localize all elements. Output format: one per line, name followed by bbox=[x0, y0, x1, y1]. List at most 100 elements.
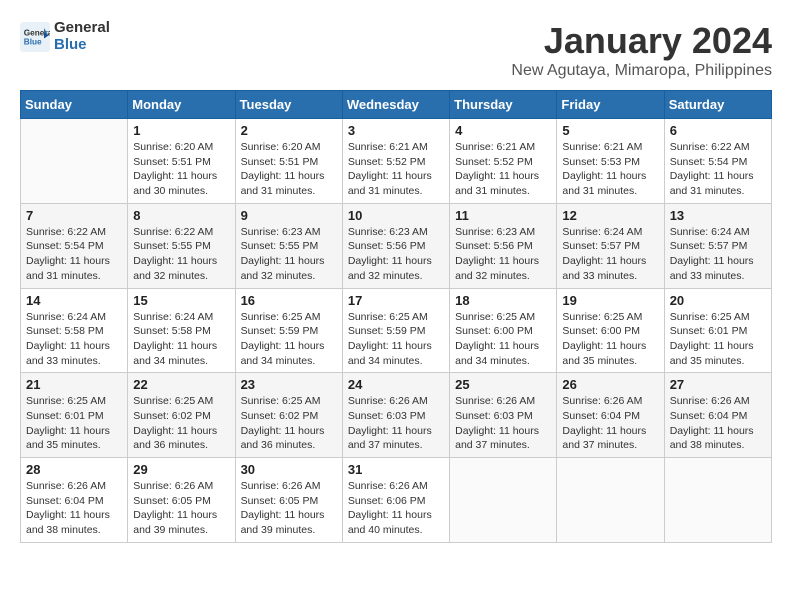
header-day-sunday: Sunday bbox=[21, 91, 128, 119]
day-info: Sunrise: 6:22 AMSunset: 5:54 PMDaylight:… bbox=[26, 225, 122, 284]
title-block: January 2024 New Agutaya, Mimaropa, Phil… bbox=[511, 20, 772, 80]
day-info: Sunrise: 6:23 AMSunset: 5:55 PMDaylight:… bbox=[241, 225, 337, 284]
day-cell: 21 Sunrise: 6:25 AMSunset: 6:01 PMDayligh… bbox=[21, 373, 128, 458]
day-number: 15 bbox=[133, 293, 229, 308]
calendar-subtitle: New Agutaya, Mimaropa, Philippines bbox=[511, 62, 772, 80]
header-day-saturday: Saturday bbox=[664, 91, 771, 119]
day-cell: 23Sunrise: 6:25 AMSunset: 6:02 PMDayligh… bbox=[235, 373, 342, 458]
day-number: 26 bbox=[562, 377, 658, 392]
page-header: General Blue General Blue January 2024 N… bbox=[20, 20, 772, 80]
day-info: Sunrise: 6:26 AMSunset: 6:03 PMDaylight:… bbox=[348, 394, 444, 453]
header-day-monday: Monday bbox=[128, 91, 235, 119]
day-number: 13 bbox=[670, 208, 766, 223]
day-cell: 25 Sunrise: 6:26 AMSunset: 6:03 PMDayligh… bbox=[450, 373, 557, 458]
day-cell bbox=[557, 458, 664, 543]
day-info: Sunrise: 6:21 AMSunset: 5:52 PMDaylight:… bbox=[455, 140, 551, 199]
day-info: Sunrise: 6:22 AMSunset: 5:54 PMDaylight:… bbox=[670, 140, 766, 199]
day-number: 31 bbox=[348, 462, 444, 477]
day-cell: 31Sunrise: 6:26 AMSunset: 6:06 PMDayligh… bbox=[342, 458, 449, 543]
day-info: Sunrise: 6:25 AMSunset: 6:02 PMDaylight:… bbox=[133, 394, 229, 453]
day-info: Sunrise: 6:26 AMSunset: 6:04 PMDaylight:… bbox=[26, 479, 122, 538]
day-number: 4 bbox=[455, 123, 551, 138]
header-day-thursday: Thursday bbox=[450, 91, 557, 119]
day-cell: 19Sunrise: 6:25 AMSunset: 6:00 PMDayligh… bbox=[557, 288, 664, 373]
day-cell: 5 Sunrise: 6:21 AMSunset: 5:53 PMDaylight… bbox=[557, 119, 664, 204]
day-cell: 1Sunrise: 6:20 AMSunset: 5:51 PMDaylight… bbox=[128, 119, 235, 204]
header-day-wednesday: Wednesday bbox=[342, 91, 449, 119]
day-info: Sunrise: 6:26 AMSunset: 6:03 PMDaylight:… bbox=[455, 394, 551, 453]
day-info: Sunrise: 6:23 AMSunset: 5:56 PMDaylight:… bbox=[455, 225, 551, 284]
day-number: 16 bbox=[241, 293, 337, 308]
day-info: Sunrise: 6:26 AMSunset: 6:04 PMDaylight:… bbox=[670, 394, 766, 453]
day-info: Sunrise: 6:25 AMSunset: 6:01 PMDaylight:… bbox=[26, 394, 122, 453]
day-number: 28 bbox=[26, 462, 122, 477]
day-cell bbox=[21, 119, 128, 204]
day-number: 27 bbox=[670, 377, 766, 392]
header-day-tuesday: Tuesday bbox=[235, 91, 342, 119]
day-cell: 22 Sunrise: 6:25 AMSunset: 6:02 PMDayligh… bbox=[128, 373, 235, 458]
day-cell: 15Sunrise: 6:24 AMSunset: 5:58 PMDayligh… bbox=[128, 288, 235, 373]
day-info: Sunrise: 6:20 AMSunset: 5:51 PMDaylight:… bbox=[133, 140, 229, 199]
day-number: 2 bbox=[241, 123, 337, 138]
day-number: 14 bbox=[26, 293, 122, 308]
day-info: Sunrise: 6:23 AMSunset: 5:56 PMDaylight:… bbox=[348, 225, 444, 284]
day-cell: 9 Sunrise: 6:23 AMSunset: 5:55 PMDaylight… bbox=[235, 203, 342, 288]
day-cell: 4 Sunrise: 6:21 AMSunset: 5:52 PMDaylight… bbox=[450, 119, 557, 204]
day-number: 30 bbox=[241, 462, 337, 477]
day-number: 21 bbox=[26, 377, 122, 392]
day-cell: 3Sunrise: 6:21 AMSunset: 5:52 PMDaylight… bbox=[342, 119, 449, 204]
logo: General Blue General Blue bbox=[20, 20, 110, 53]
day-number: 23 bbox=[241, 377, 337, 392]
day-number: 11 bbox=[455, 208, 551, 223]
day-number: 24 bbox=[348, 377, 444, 392]
day-cell: 14Sunrise: 6:24 AMSunset: 5:58 PMDayligh… bbox=[21, 288, 128, 373]
day-number: 29 bbox=[133, 462, 229, 477]
day-cell: 13 Sunrise: 6:24 AMSunset: 5:57 PMDayligh… bbox=[664, 203, 771, 288]
day-number: 5 bbox=[562, 123, 658, 138]
day-info: Sunrise: 6:22 AMSunset: 5:55 PMDaylight:… bbox=[133, 225, 229, 284]
day-info: Sunrise: 6:25 AMSunset: 5:59 PMDaylight:… bbox=[241, 310, 337, 369]
day-number: 12 bbox=[562, 208, 658, 223]
day-number: 22 bbox=[133, 377, 229, 392]
week-row-3: 14Sunrise: 6:24 AMSunset: 5:58 PMDayligh… bbox=[21, 288, 772, 373]
day-number: 17 bbox=[348, 293, 444, 308]
day-info: Sunrise: 6:24 AMSunset: 5:57 PMDaylight:… bbox=[562, 225, 658, 284]
header-day-friday: Friday bbox=[557, 91, 664, 119]
day-info: Sunrise: 6:26 AMSunset: 6:05 PMDaylight:… bbox=[133, 479, 229, 538]
day-info: Sunrise: 6:26 AMSunset: 6:04 PMDaylight:… bbox=[562, 394, 658, 453]
day-info: Sunrise: 6:20 AMSunset: 5:51 PMDaylight:… bbox=[241, 140, 337, 199]
day-cell: 12 Sunrise: 6:24 AMSunset: 5:57 PMDayligh… bbox=[557, 203, 664, 288]
day-number: 7 bbox=[26, 208, 122, 223]
day-info: Sunrise: 6:21 AMSunset: 5:52 PMDaylight:… bbox=[348, 140, 444, 199]
calendar-title: January 2024 bbox=[511, 20, 772, 62]
logo-text-blue: Blue bbox=[54, 37, 110, 54]
day-number: 25 bbox=[455, 377, 551, 392]
week-row-5: 28 Sunrise: 6:26 AMSunset: 6:04 PMDayligh… bbox=[21, 458, 772, 543]
day-cell: 24 Sunrise: 6:26 AMSunset: 6:03 PMDayligh… bbox=[342, 373, 449, 458]
logo-text-general: General bbox=[54, 20, 110, 37]
calendar-table: SundayMondayTuesdayWednesdayThursdayFrid… bbox=[20, 90, 772, 543]
day-info: Sunrise: 6:21 AMSunset: 5:53 PMDaylight:… bbox=[562, 140, 658, 199]
day-cell: 11 Sunrise: 6:23 AMSunset: 5:56 PMDayligh… bbox=[450, 203, 557, 288]
day-cell bbox=[450, 458, 557, 543]
logo-icon: General Blue bbox=[20, 22, 50, 52]
day-info: Sunrise: 6:25 AMSunset: 6:00 PMDaylight:… bbox=[562, 310, 658, 369]
week-row-4: 21 Sunrise: 6:25 AMSunset: 6:01 PMDayligh… bbox=[21, 373, 772, 458]
day-cell: 16 Sunrise: 6:25 AMSunset: 5:59 PMDayligh… bbox=[235, 288, 342, 373]
day-cell: 17Sunrise: 6:25 AMSunset: 5:59 PMDayligh… bbox=[342, 288, 449, 373]
day-number: 18 bbox=[455, 293, 551, 308]
day-cell: 20 Sunrise: 6:25 AMSunset: 6:01 PMDayligh… bbox=[664, 288, 771, 373]
day-cell: 30Sunrise: 6:26 AMSunset: 6:05 PMDayligh… bbox=[235, 458, 342, 543]
day-cell: 29 Sunrise: 6:26 AMSunset: 6:05 PMDayligh… bbox=[128, 458, 235, 543]
day-cell: 27 Sunrise: 6:26 AMSunset: 6:04 PMDayligh… bbox=[664, 373, 771, 458]
day-info: Sunrise: 6:25 AMSunset: 6:01 PMDaylight:… bbox=[670, 310, 766, 369]
day-number: 8 bbox=[133, 208, 229, 223]
day-number: 20 bbox=[670, 293, 766, 308]
day-cell: 8 Sunrise: 6:22 AMSunset: 5:55 PMDaylight… bbox=[128, 203, 235, 288]
week-row-1: 1Sunrise: 6:20 AMSunset: 5:51 PMDaylight… bbox=[21, 119, 772, 204]
day-number: 9 bbox=[241, 208, 337, 223]
day-cell: 26 Sunrise: 6:26 AMSunset: 6:04 PMDayligh… bbox=[557, 373, 664, 458]
calendar-header: SundayMondayTuesdayWednesdayThursdayFrid… bbox=[21, 91, 772, 119]
day-info: Sunrise: 6:24 AMSunset: 5:57 PMDaylight:… bbox=[670, 225, 766, 284]
day-cell bbox=[664, 458, 771, 543]
